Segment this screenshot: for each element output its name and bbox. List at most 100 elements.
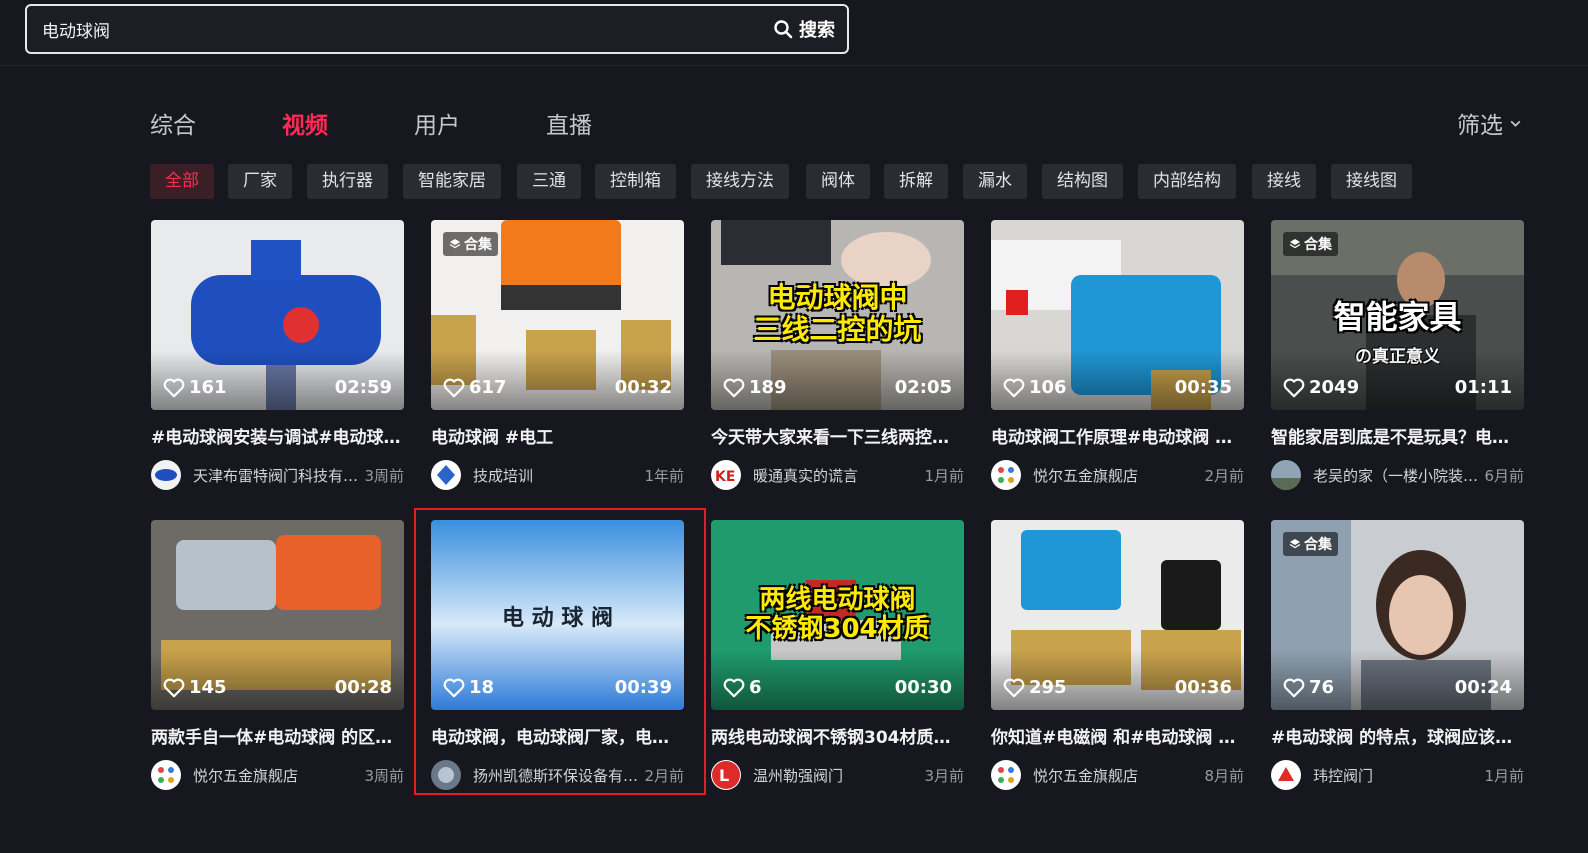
- heart-icon: [723, 678, 745, 697]
- chevron-down-icon: [1510, 120, 1521, 127]
- filter-label: 筛选: [1457, 113, 1503, 139]
- publish-time: 3周前: [364, 766, 404, 785]
- video-thumbnail[interactable]: 智能家具 の真正意义 合集 2049 01:11: [1271, 220, 1524, 410]
- publish-time: 1月前: [1484, 766, 1524, 785]
- chip-disassembly[interactable]: 拆解: [884, 164, 948, 199]
- video-title[interactable]: 你知道#电磁阀 和#电动球阀 的区别吗: [991, 723, 1244, 748]
- video-title[interactable]: 电动球阀，电动球阀厂家，电动球阀价格: [431, 723, 684, 748]
- tab-all[interactable]: 综合: [150, 106, 196, 140]
- publish-time: 3月前: [924, 766, 964, 785]
- video-card[interactable]: 合集 617 00:32 电动球阀 #电工 技成培训 1年前: [431, 220, 684, 490]
- author-name[interactable]: 技成培训: [473, 465, 638, 486]
- chip-all[interactable]: 全部: [150, 164, 214, 199]
- thumbnail-caption: 电 动 球 阀: [502, 606, 613, 631]
- tab-live[interactable]: 直播: [546, 106, 592, 140]
- top-bar: 搜索: [0, 0, 1588, 66]
- chip-wiring[interactable]: 接线: [1252, 164, 1316, 199]
- chip-smart-home[interactable]: 智能家居: [403, 164, 501, 199]
- video-thumbnail[interactable]: 合集 617 00:32: [431, 220, 684, 410]
- chip-valve-body[interactable]: 阀体: [806, 164, 870, 199]
- video-title[interactable]: 今天带大家来看一下三线两控的电动球阀: [711, 423, 964, 448]
- collection-badge: 合集: [443, 232, 498, 256]
- author-name[interactable]: 温州勒强阀门: [753, 765, 918, 786]
- video-title[interactable]: 智能家居到底是不是玩具？电动球阀: [1271, 423, 1524, 448]
- video-card[interactable]: 智能家具 の真正意义 合集 2049 01:11 智能家居到底是不是玩具？电动球…: [1271, 220, 1524, 490]
- author-name[interactable]: 天津布雷特阀门科技有限公司: [193, 465, 358, 486]
- video-title[interactable]: 两线电动球阀不锈钢304材质的电动阀: [711, 723, 964, 748]
- video-thumbnail[interactable]: 161 02:59: [151, 220, 404, 410]
- chip-structure-diagram[interactable]: 结构图: [1042, 164, 1123, 199]
- avatar[interactable]: [1271, 760, 1301, 790]
- avatar[interactable]: KE: [711, 460, 741, 490]
- author-name[interactable]: 扬州凯德斯环保设备有限公司: [473, 765, 638, 786]
- video-duration: 00:30: [894, 677, 952, 698]
- video-thumbnail[interactable]: 两线电动球阀 不锈钢304材质 6 00:30: [711, 520, 964, 710]
- tab-users[interactable]: 用户: [414, 106, 460, 140]
- chip-leak[interactable]: 漏水: [963, 164, 1027, 199]
- filter-button[interactable]: 筛选: [1457, 106, 1522, 140]
- chip-three-way[interactable]: 三通: [517, 164, 581, 199]
- avatar[interactable]: L: [711, 760, 741, 790]
- video-title[interactable]: 电动球阀 #电工: [431, 423, 684, 448]
- like-count: 76: [1283, 677, 1334, 698]
- svg-text:KE: KE: [715, 469, 735, 485]
- publish-time: 8月前: [1204, 766, 1244, 785]
- video-title[interactable]: #电动球阀 的特点，球阀应该怎么选: [1271, 723, 1524, 748]
- avatar[interactable]: [431, 460, 461, 490]
- heart-icon: [723, 378, 745, 397]
- search-button[interactable]: 搜索: [773, 16, 847, 42]
- author-name[interactable]: 悦尔五金旗舰店: [193, 765, 358, 786]
- video-thumbnail[interactable]: 电动球阀中 三线二控的坑 189 02:05: [711, 220, 964, 410]
- like-count: 189: [723, 377, 787, 398]
- avatar[interactable]: [151, 760, 181, 790]
- search-button-label: 搜索: [799, 20, 835, 41]
- author-name[interactable]: 悦尔五金旗舰店: [1033, 765, 1198, 786]
- chip-manufacturer[interactable]: 厂家: [228, 164, 292, 199]
- video-card[interactable]: 161 02:59 #电动球阀安装与调试#电动球阀 #电动阀 天津布雷特阀门科技…: [151, 220, 404, 490]
- video-title[interactable]: #电动球阀安装与调试#电动球阀 #电动阀: [151, 423, 404, 448]
- like-count: 295: [1003, 677, 1067, 698]
- heart-icon: [1003, 378, 1025, 397]
- avatar[interactable]: [991, 760, 1021, 790]
- author-name[interactable]: 老吴的家（一楼小院装修记）: [1313, 465, 1478, 486]
- avatar[interactable]: [151, 460, 181, 490]
- video-thumbnail[interactable]: 145 00:28: [151, 520, 404, 710]
- video-card[interactable]: 106 00:35 电动球阀工作原理#电动球阀 #电工 悦尔五金旗舰店 2月前: [991, 220, 1244, 490]
- avatar[interactable]: [431, 760, 461, 790]
- avatar[interactable]: [1271, 460, 1301, 490]
- video-duration: 00:32: [614, 377, 672, 398]
- chip-control-box[interactable]: 控制箱: [595, 164, 676, 199]
- video-duration: 02:05: [894, 377, 952, 398]
- author-name[interactable]: 悦尔五金旗舰店: [1033, 465, 1198, 486]
- author-name[interactable]: 玮控阀门: [1313, 765, 1478, 786]
- heart-icon: [443, 378, 465, 397]
- publish-time: 1月前: [924, 466, 964, 485]
- thumbnail-caption: 电动球阀中 三线二控的坑: [753, 281, 922, 346]
- chip-actuator[interactable]: 执行器: [307, 164, 388, 199]
- video-card[interactable]: 两线电动球阀 不锈钢304材质 6 00:30 两线电动球阀不锈钢304材质的电…: [711, 520, 964, 790]
- video-card[interactable]: 电 动 球 阀 18 00:39 电动球阀，电动球阀厂家，电动球阀价格 扬州凯德…: [431, 520, 684, 790]
- author-name[interactable]: 暖通真实的谎言: [753, 465, 918, 486]
- like-count: 161: [163, 377, 227, 398]
- search-input[interactable]: [27, 6, 773, 52]
- video-title[interactable]: 两款手自一体#电动球阀 的区别是什么: [151, 723, 404, 748]
- chip-wiring-method[interactable]: 接线方法: [691, 164, 789, 199]
- video-thumbnail[interactable]: 295 00:36: [991, 520, 1244, 710]
- video-thumbnail[interactable]: 106 00:35: [991, 220, 1244, 410]
- tab-video[interactable]: 视频: [282, 106, 328, 140]
- video-thumbnail[interactable]: 电 动 球 阀 18 00:39: [431, 520, 684, 710]
- chip-internal-structure[interactable]: 内部结构: [1138, 164, 1236, 199]
- video-duration: 02:59: [334, 377, 392, 398]
- video-card[interactable]: 145 00:28 两款手自一体#电动球阀 的区别是什么 悦尔五金旗舰店 3周前: [151, 520, 404, 790]
- stack-icon: [449, 239, 461, 249]
- video-title[interactable]: 电动球阀工作原理#电动球阀 #电工: [991, 423, 1244, 448]
- video-duration: 01:11: [1454, 377, 1512, 398]
- video-card[interactable]: 295 00:36 你知道#电磁阀 和#电动球阀 的区别吗 悦尔五金旗舰店 8月…: [991, 520, 1244, 790]
- chip-wiring-diagram[interactable]: 接线图: [1331, 164, 1412, 199]
- video-thumbnail[interactable]: 合集 76 00:24: [1271, 520, 1524, 710]
- stack-icon: [1289, 539, 1301, 549]
- avatar[interactable]: [991, 460, 1021, 490]
- video-card[interactable]: 合集 76 00:24 #电动球阀 的特点，球阀应该怎么选 玮控阀门 1月前: [1271, 520, 1524, 790]
- video-duration: 00:39: [614, 677, 672, 698]
- video-card[interactable]: 电动球阀中 三线二控的坑 189 02:05 今天带大家来看一下三线两控的电动球…: [711, 220, 964, 490]
